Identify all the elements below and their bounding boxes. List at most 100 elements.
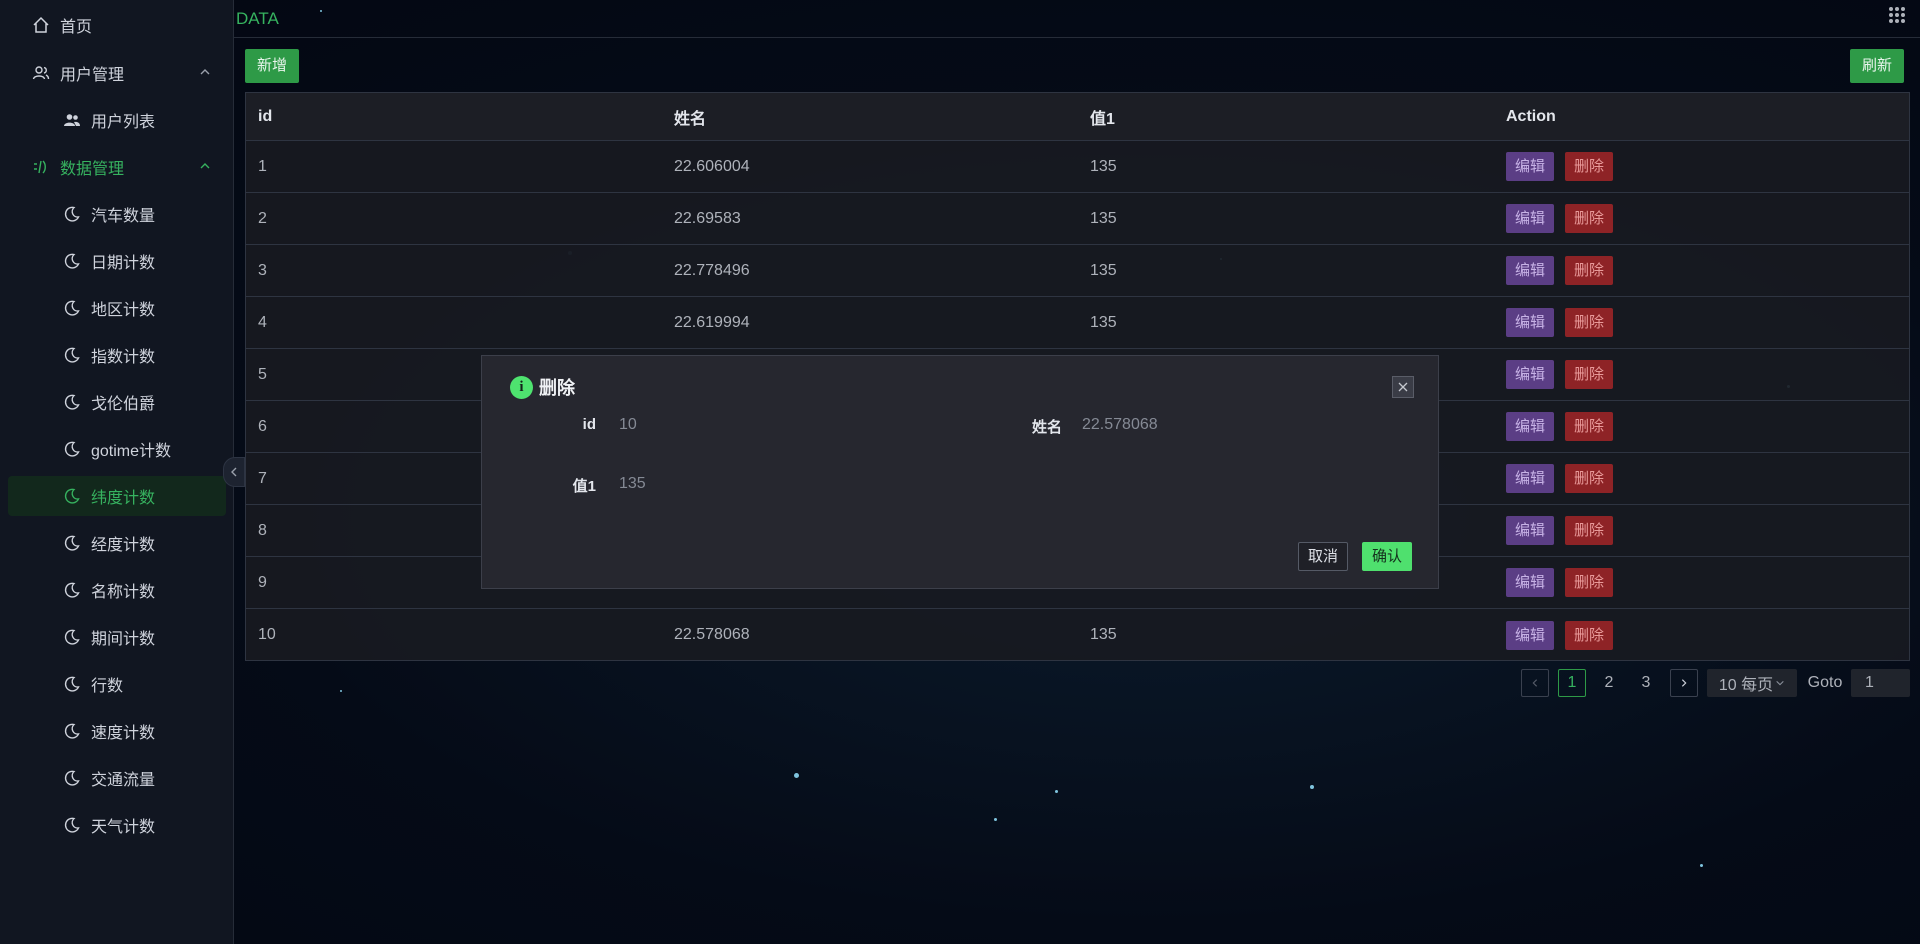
cell-actions: 编辑 删除 — [1506, 297, 1624, 348]
info-icon: i — [510, 375, 533, 399]
sidebar-item-label: 行数 — [91, 678, 124, 695]
delete-button[interactable]: 删除 — [1565, 308, 1614, 337]
page-title: DATA — [236, 9, 279, 28]
sidebar-collapse-button[interactable] — [223, 457, 245, 487]
edit-button[interactable]: 编辑 — [1506, 256, 1555, 285]
sidebar-item-user-list[interactable]: 用户列表 — [8, 100, 226, 140]
chevron-left-icon — [231, 467, 237, 477]
sidebar-item-data[interactable]: 纬度计数 — [8, 476, 226, 516]
cell-actions: 编辑 删除 — [1506, 245, 1624, 296]
page-button[interactable]: 1 — [1558, 669, 1586, 697]
moon-icon — [63, 769, 81, 787]
chevron-right-icon — [1681, 679, 1687, 687]
sidebar-item-data[interactable]: gotime计数 — [8, 429, 226, 469]
cell-value1: 135 — [1090, 261, 1117, 279]
sidebar-item-data[interactable]: 日期计数 — [8, 241, 226, 281]
sidebar-item-data[interactable]: 行数 — [8, 664, 226, 704]
cell-name: 22.69583 — [674, 209, 741, 227]
edit-button[interactable]: 编辑 — [1506, 516, 1555, 545]
cell-id: 6 — [258, 417, 267, 435]
delete-dialog: i 删除 id 10 姓名 22.578068 值1 135 取消 确认 — [481, 355, 1439, 589]
field-label-value1: 值1 — [572, 478, 596, 495]
delete-button[interactable]: 删除 — [1565, 256, 1614, 285]
sidebar-item-data[interactable]: 期间计数 — [8, 617, 226, 657]
field-value-id: 10 — [619, 416, 637, 433]
moon-icon — [63, 722, 81, 740]
moon-icon — [63, 299, 81, 317]
sidebar-item-data[interactable]: 地区计数 — [8, 288, 226, 328]
delete-button[interactable]: 删除 — [1565, 360, 1614, 389]
sidebar: 首页 用户管理 用户列表 数据管理 汽车数量日期计数地区计数指数计数戈伦伯爵 go… — [0, 0, 234, 944]
goto-label: Goto — [1807, 674, 1843, 691]
edit-button[interactable]: 编辑 — [1506, 620, 1555, 650]
edit-button[interactable]: 编辑 — [1506, 464, 1555, 493]
page-button[interactable]: 2 — [1595, 669, 1623, 697]
close-button[interactable] — [1392, 376, 1414, 398]
sidebar-item-home[interactable]: 首页 — [8, 5, 226, 45]
add-button[interactable]: 新增 — [245, 49, 300, 83]
cell-id: 2 — [258, 209, 267, 227]
field-value-value1: 135 — [619, 475, 646, 492]
sidebar-group-user-management[interactable]: 用户管理 — [8, 53, 226, 93]
page-button[interactable]: 3 — [1632, 669, 1660, 697]
sidebar-item-label: 交通流量 — [91, 772, 156, 789]
chevron-up-icon — [200, 69, 210, 75]
sidebar-item-data[interactable]: 交通流量 — [8, 758, 226, 798]
table-header-row: id 姓名 值1 Action — [246, 93, 1909, 141]
delete-button[interactable]: 删除 — [1565, 204, 1614, 233]
sidebar-item-data[interactable]: 速度计数 — [8, 711, 226, 751]
sidebar-item-data[interactable]: 戈伦伯爵 — [8, 382, 226, 422]
sidebar-item-data[interactable]: 指数计数 — [8, 335, 226, 375]
edit-button[interactable]: 编辑 — [1506, 412, 1555, 441]
table-row: 4 22.619994 135 编辑 删除 — [246, 297, 1909, 349]
moon-icon — [63, 816, 81, 834]
edit-button[interactable]: 编辑 — [1506, 308, 1555, 337]
moon-icon — [63, 534, 81, 552]
cell-value1: 135 — [1090, 626, 1117, 643]
sidebar-item-label: 天气计数 — [91, 819, 156, 836]
moon-icon — [63, 252, 81, 270]
edit-button[interactable]: 编辑 — [1506, 204, 1555, 233]
cell-id: 3 — [258, 261, 267, 279]
next-page-button[interactable] — [1670, 669, 1698, 697]
goto-input[interactable]: 1 — [1851, 669, 1910, 697]
table-row: 1 22.606004 135 编辑 删除 — [246, 141, 1909, 193]
edit-button[interactable]: 编辑 — [1506, 568, 1555, 597]
sidebar-item-data[interactable]: 天气计数 — [8, 805, 226, 845]
cell-value1: 135 — [1090, 313, 1117, 331]
field-value-name: 22.578068 — [1082, 416, 1158, 433]
delete-button[interactable]: 删除 — [1565, 620, 1614, 650]
sidebar-item-label: 期间计数 — [91, 631, 156, 648]
sidebar-group-data-management[interactable]: 数据管理 — [8, 147, 226, 187]
cell-id: 9 — [258, 573, 267, 591]
sidebar-item-label: 地区计数 — [91, 302, 156, 319]
chevron-left-icon — [1532, 679, 1538, 687]
cell-actions: 编辑 删除 — [1506, 453, 1624, 504]
sidebar-group-label: 数据管理 — [60, 161, 125, 178]
delete-button[interactable]: 删除 — [1565, 152, 1614, 181]
sidebar-item-data[interactable]: 经度计数 — [8, 523, 226, 563]
sidebar-item-label: 纬度计数 — [91, 490, 156, 507]
delete-button[interactable]: 删除 — [1565, 568, 1614, 597]
delete-button[interactable]: 删除 — [1565, 516, 1614, 545]
apps-grid-icon[interactable] — [1888, 6, 1906, 24]
edit-button[interactable]: 编辑 — [1506, 360, 1555, 389]
edit-button[interactable]: 编辑 — [1506, 152, 1555, 181]
delete-button[interactable]: 删除 — [1565, 412, 1614, 441]
cell-name: 22.606004 — [674, 157, 750, 175]
users-icon — [32, 64, 50, 82]
moon-icon — [63, 581, 81, 599]
sidebar-item-data[interactable]: 名称计数 — [8, 570, 226, 610]
refresh-button[interactable]: 刷新 — [1850, 49, 1905, 83]
dialog-title-text: 删除 — [539, 378, 575, 398]
sidebar-item-label: 用户列表 — [91, 114, 156, 131]
cancel-button[interactable]: 取消 — [1298, 542, 1349, 571]
delete-button[interactable]: 删除 — [1565, 464, 1614, 493]
home-icon — [32, 16, 50, 34]
sidebar-item-data[interactable]: 汽车数量 — [8, 194, 226, 234]
sidebar-item-label: 首页 — [60, 19, 93, 36]
sidebar-item-label: 名称计数 — [91, 584, 156, 601]
confirm-button[interactable]: 确认 — [1362, 542, 1413, 571]
prev-page-button[interactable] — [1521, 669, 1549, 697]
page-size-select[interactable]: 10 每页 — [1707, 669, 1797, 697]
